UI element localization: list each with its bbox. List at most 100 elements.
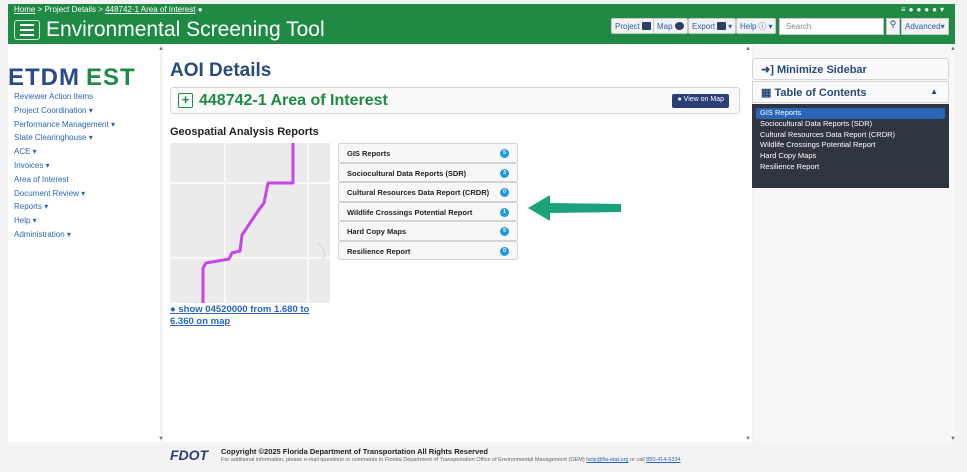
sidebar-item-administration[interactable]: Administration ▾	[14, 230, 115, 244]
chevron-down-icon: ▾	[768, 21, 773, 31]
sidebar-item-invoices[interactable]: Invoices ▾	[14, 161, 115, 175]
footer-phone-link[interactable]: 850-414-5334	[646, 457, 680, 463]
aoi-panel-header: + 448742-1 Area of Interest ● View on Ma…	[170, 87, 740, 114]
toc-header[interactable]: ▦ Table of Contents ▲	[752, 81, 949, 103]
report-count-badge: 3	[500, 168, 509, 178]
map-button-label: Map	[657, 21, 673, 31]
report-label: Sociocultural Data Reports (SDR)	[347, 168, 467, 178]
location-pin-icon: ●	[197, 5, 203, 14]
sidebar-item-document-review[interactable]: Document Review ▾	[14, 189, 115, 203]
top-utility-icons: ≡●●●●▾	[901, 5, 947, 14]
report-count-badge: 5	[500, 149, 509, 158]
folder-icon	[641, 22, 651, 30]
report-count-badge: 5	[500, 227, 509, 236]
project-button-label: Project	[615, 21, 640, 31]
toc-item-sdr[interactable]: Sociocultural Data Reports (SDR)	[756, 119, 945, 130]
breadcrumb-separator: >	[96, 5, 106, 14]
report-item-resilience[interactable]: Resilience Report 0	[338, 240, 518, 260]
show-on-map-link[interactable]: ● show 04520000 from 1.680 to 6.360 on m…	[170, 304, 330, 328]
help-button-label: Help	[740, 21, 757, 31]
advanced-label: Advanced	[905, 22, 941, 31]
project-menu-button[interactable]: Project	[611, 18, 655, 34]
breadcrumb-project-details: Project Details	[44, 5, 97, 14]
bell-icon[interactable]: ●	[924, 5, 932, 14]
toc-item-crdr[interactable]: Cultural Resources Data Report (CRDR)	[756, 130, 945, 141]
report-label: Cultural Resources Data Report (CRDR)	[347, 188, 490, 197]
footer-info: For additional information, please e-mai…	[221, 457, 681, 463]
chevron-down-icon: ▾	[728, 21, 733, 31]
export-menu-button[interactable]: Export ▾	[688, 18, 737, 34]
report-count-badge: 0	[500, 246, 509, 256]
sidebar-item-performance-management[interactable]: Performance Management ▾	[14, 120, 115, 134]
list-icon[interactable]: ≡	[901, 5, 909, 14]
scroll-up-arrow[interactable]: ▲	[158, 46, 164, 52]
hamburger-menu-button[interactable]	[14, 20, 40, 40]
minimize-label: Minimize Sidebar	[776, 64, 867, 76]
sidebar-item-reviewer-action-items[interactable]: Reviewer Action Items	[14, 92, 115, 106]
search-icon[interactable]: ⚲	[886, 18, 900, 35]
report-item-wildlife-crossings[interactable]: Wildlife Crossings Potential Report 1	[338, 201, 518, 221]
report-label: GIS Reports	[347, 149, 391, 158]
chevron-down-icon: ▾	[940, 22, 945, 31]
minimize-sidebar-button[interactable]: ➜] Minimize Sidebar	[752, 58, 949, 80]
breadcrumb-aoi-link[interactable]: 448742-1 Area of Interest	[105, 5, 195, 14]
breadcrumb-home-link[interactable]: Home	[14, 5, 35, 14]
map-menu-button[interactable]: Map	[653, 18, 688, 34]
report-label: Wildlife Crossings Potential Report	[347, 207, 473, 217]
aoi-name: 448742-1 Area of Interest	[199, 92, 388, 109]
help-menu-button[interactable]: Help ⓘ ▾	[736, 18, 777, 34]
globe-icon	[674, 22, 684, 30]
toc-list: GIS Reports Sociocultural Data Reports (…	[752, 104, 949, 188]
export-button-label: Export	[692, 21, 716, 31]
app-title: Environmental Screening Tool	[46, 18, 325, 41]
report-label: Resilience Report	[347, 246, 411, 256]
sidebar-item-project-coordination[interactable]: Project Coordination ▾	[14, 106, 115, 120]
copyright-text: Copyright ©2025 Florida Department of Tr…	[221, 447, 488, 456]
caret-up-icon[interactable]: ▲	[930, 87, 938, 96]
user-icon[interactable]: ●▾	[932, 5, 947, 14]
scroll-up-arrow[interactable]: ▲	[745, 46, 751, 52]
reports-list: GIS Reports 5 Sociocultural Data Reports …	[338, 143, 518, 260]
page-title: AOI Details	[170, 60, 272, 81]
report-count-badge: 1	[500, 207, 509, 217]
logo-etdm: ETDM	[8, 64, 80, 91]
scroll-up-arrow[interactable]: ▲	[950, 46, 956, 52]
sidebar-item-area-of-interest[interactable]: Area of Interest	[14, 175, 115, 189]
footer-or-call: or call	[628, 457, 647, 463]
table-icon: ▦	[761, 87, 772, 99]
toc-item-hard-copy-maps[interactable]: Hard Copy Maps	[756, 151, 945, 162]
etdm-est-logo: ETDM EST	[8, 64, 136, 92]
advanced-search-button[interactable]: Advanced▾	[901, 18, 949, 35]
sidebar-item-state-clearinghouse[interactable]: State Clearinghouse ▾	[14, 133, 115, 147]
sidebar-nav-list: Reviewer Action Items Project Coordinati…	[14, 92, 115, 244]
sidebar-item-ace[interactable]: ACE ▾	[14, 147, 115, 161]
footer-info-text: For additional information, please e-mai…	[221, 457, 587, 463]
view-on-map-button[interactable]: ● View on Map	[672, 94, 729, 108]
map-link-text: show 04520000 from 1.680 to 6.360 on map	[170, 304, 310, 327]
export-icon	[717, 22, 727, 30]
report-label: Hard Copy Maps	[347, 227, 407, 236]
breadcrumb: Home > Project Details > 448742-1 Area o…	[14, 5, 203, 14]
geospatial-reports-heading: Geospatial Analysis Reports	[170, 126, 319, 138]
toc-title: Table of Contents	[774, 87, 867, 99]
question-circle-icon: ⓘ	[758, 21, 767, 31]
map-marker-icon: ●	[170, 304, 176, 315]
toc-item-gis-reports[interactable]: GIS Reports	[756, 108, 945, 119]
report-item-hard-copy-maps[interactable]: Hard Copy Maps 5	[338, 221, 518, 241]
search-input[interactable]: Search	[779, 18, 884, 35]
map-route-svg	[170, 143, 330, 303]
toc-item-wildlife-crossings[interactable]: Wildlife Crossings Potential Report	[756, 140, 945, 151]
footer-email-link[interactable]: help@fla-etat.org	[586, 457, 628, 463]
report-item-crdr[interactable]: Cultural Resources Data Report (CRDR) 0	[338, 182, 518, 202]
aoi-map-thumbnail[interactable]	[170, 143, 330, 303]
report-item-sdr[interactable]: Sociocultural Data Reports (SDR) 3	[338, 162, 518, 182]
expand-plus-icon[interactable]: +	[178, 93, 193, 108]
logo-est: EST	[86, 64, 136, 91]
callout-arrow-icon	[528, 195, 621, 221]
report-item-gis[interactable]: GIS Reports 5	[338, 143, 518, 163]
sidebar-item-help[interactable]: Help ▾	[14, 216, 115, 230]
fdot-logo: FDOT	[170, 447, 209, 463]
sidebar-item-reports[interactable]: Reports ▾	[14, 202, 115, 216]
map-marker-icon: ●	[677, 96, 682, 103]
toc-item-resilience[interactable]: Resilience Report	[756, 162, 945, 173]
